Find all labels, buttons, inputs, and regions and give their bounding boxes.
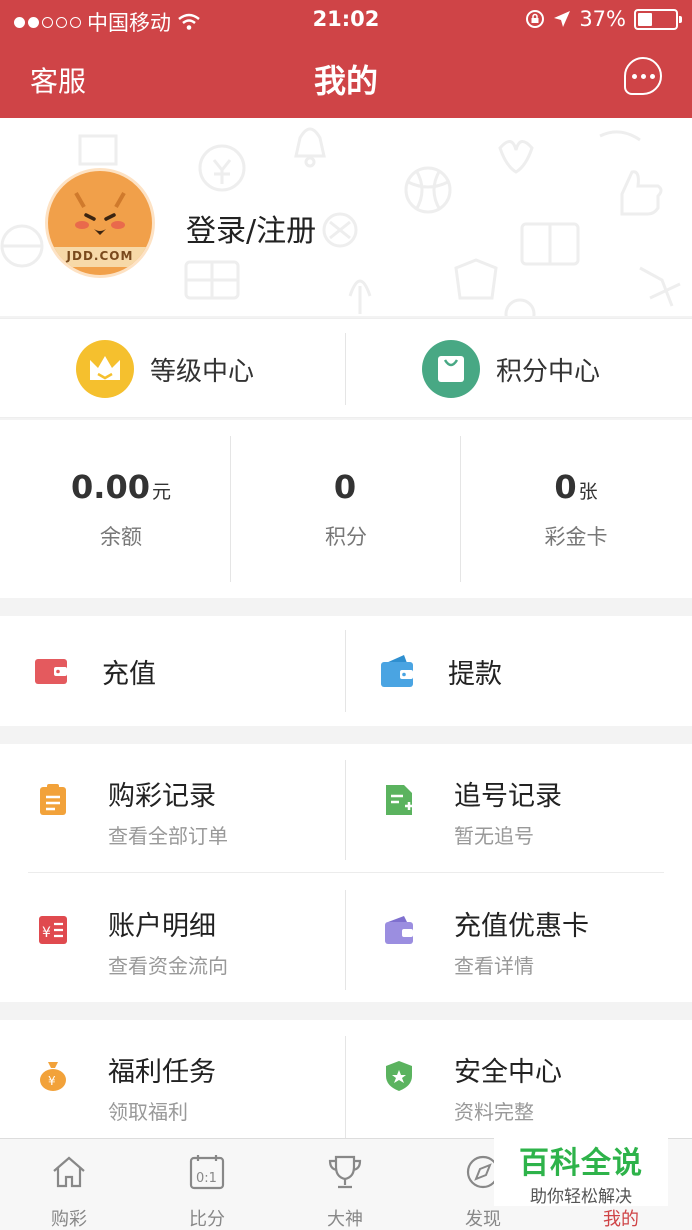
wallet-actions: 充值 提款 (0, 616, 692, 726)
watermark-subtitle: 助你轻松解决 (530, 1187, 632, 1207)
tab-lottery[interactable]: 购彩 (0, 1139, 138, 1230)
menu-item-subtitle: 领取福利 (108, 1100, 188, 1124)
profile-header: JDD.COM 登录/注册 (0, 118, 692, 316)
withdraw-label: 提款 (448, 658, 502, 690)
menu-item-purchase-records[interactable]: 购彩记录 查看全部订单 (38, 744, 338, 872)
menu-item-welfare-tasks[interactable]: ¥ 福利任务 领取福利 (38, 1020, 338, 1148)
menu-item-title: 福利任务 (108, 1057, 216, 1088)
battery-icon (634, 8, 682, 30)
points-center-button[interactable]: 积分中心 (422, 319, 600, 419)
level-center-button[interactable]: 等级中心 (76, 319, 254, 419)
tab-label: 大神 (327, 1209, 363, 1230)
tab-label: 我的 (603, 1209, 639, 1230)
tab-label: 购彩 (51, 1209, 87, 1230)
menu-item-recharge-discount-card[interactable]: 充值优惠卡 查看详情 (384, 874, 674, 1002)
bonus-card-stat[interactable]: 0张 彩金卡 (461, 420, 691, 598)
watermark-title: 百科全说 (519, 1146, 643, 1181)
card-wallet-icon (385, 916, 413, 944)
menu-item-title: 账户明细 (108, 911, 216, 942)
login-register-link[interactable]: 登录/注册 (186, 206, 316, 250)
menu-item-security-center[interactable]: 安全中心 资料完整 (384, 1020, 674, 1148)
divider (345, 333, 346, 405)
status-right: 37% (525, 7, 682, 31)
page-title: 我的 (313, 62, 378, 100)
avatar[interactable]: JDD.COM (45, 168, 155, 278)
avatar-brand-text: JDD.COM (66, 249, 134, 263)
wallet-icon (35, 659, 67, 684)
points-center-label: 积分中心 (496, 356, 601, 387)
home-icon (53, 1156, 85, 1188)
divider (345, 760, 346, 860)
svg-text:¥: ¥ (42, 925, 51, 941)
withdraw-button[interactable]: 提款 (380, 616, 502, 726)
points-value: 0 (333, 468, 357, 506)
recharge-label: 充值 (102, 658, 156, 690)
bonus-card-unit: 张 (578, 481, 598, 503)
recharge-button[interactable]: 充值 (34, 616, 156, 726)
scoreboard-icon: 0:1 (189, 1155, 225, 1190)
menu-item-title: 充值优惠卡 (454, 911, 589, 942)
money-bag-icon: ¥ (40, 1062, 66, 1091)
svg-text:0:1: 0:1 (196, 1171, 217, 1186)
divider (28, 872, 664, 873)
withdraw-wallet-icon (381, 655, 413, 687)
menu-item-subtitle: 查看全部订单 (108, 824, 228, 848)
document-add-icon (386, 785, 413, 815)
services-menu: ¥ 福利任务 领取福利 安全中心 资料完整 (0, 1020, 692, 1144)
shopping-bag-icon (422, 340, 480, 398)
menu-item-title: 追号记录 (454, 781, 562, 812)
balance-unit: 元 (151, 481, 171, 503)
balance-value-row: 0.00 元 (6, 468, 236, 506)
battery-percent: 37% (579, 7, 626, 31)
points-label: 积分 (325, 525, 367, 549)
menu-item-subtitle: 资料完整 (454, 1100, 534, 1124)
tab-label: 比分 (189, 1209, 225, 1230)
records-menu: 购彩记录 查看全部订单 追号记录 暂无追号 ¥ 账户明细 查看资金流向 充值优惠… (0, 744, 692, 1002)
crown-icon (76, 340, 134, 398)
bonus-card-label: 彩金卡 (544, 525, 608, 549)
menu-item-subtitle: 查看详情 (454, 954, 534, 978)
quick-links: 等级中心 积分中心 (0, 318, 692, 418)
menu-item-subtitle: 查看资金流向 (108, 954, 228, 978)
tab-scores[interactable]: 0:1 比分 (138, 1139, 276, 1230)
account-stats: 0.00 元 余额 0 积分 0张 彩金卡 (0, 420, 692, 598)
bonus-card-value: 0 (554, 468, 577, 506)
divider (345, 890, 346, 990)
status-bar: 中国移动 21:02 37% (0, 0, 692, 40)
ledger-icon: ¥ (39, 916, 67, 944)
tab-masters[interactable]: 大神 (276, 1139, 414, 1230)
menu-item-title: 购彩记录 (108, 781, 216, 812)
balance-stat[interactable]: 0.00 元 余额 (6, 420, 236, 598)
tab-label: 发现 (465, 1209, 501, 1230)
location-arrow-icon (554, 11, 571, 27)
divider (345, 1036, 346, 1144)
shield-icon (386, 1061, 412, 1091)
points-stat[interactable]: 0 积分 (231, 420, 461, 598)
top-bar: 中国移动 21:02 37% 客服 我的 (0, 0, 692, 118)
menu-item-account-details[interactable]: ¥ 账户明细 查看资金流向 (38, 874, 338, 1002)
clipboard-icon (40, 784, 66, 815)
menu-item-chase-records[interactable]: 追号记录 暂无追号 (384, 744, 674, 872)
trophy-icon (328, 1155, 362, 1189)
chat-bubble-icon[interactable] (624, 57, 662, 95)
rotation-lock-icon (526, 10, 545, 28)
watermark: 百科全说 助你轻松解决 (494, 1136, 668, 1207)
menu-item-subtitle: 暂无追号 (454, 824, 534, 848)
bonus-card-value-row: 0张 (461, 468, 691, 506)
divider (345, 630, 346, 712)
svg-text:¥: ¥ (48, 1074, 56, 1088)
menu-item-title: 安全中心 (454, 1057, 562, 1088)
balance-value: 0.00 (71, 468, 150, 506)
points-value-row: 0 (231, 468, 461, 506)
balance-label: 余额 (100, 525, 142, 549)
level-center-label: 等级中心 (150, 356, 255, 387)
